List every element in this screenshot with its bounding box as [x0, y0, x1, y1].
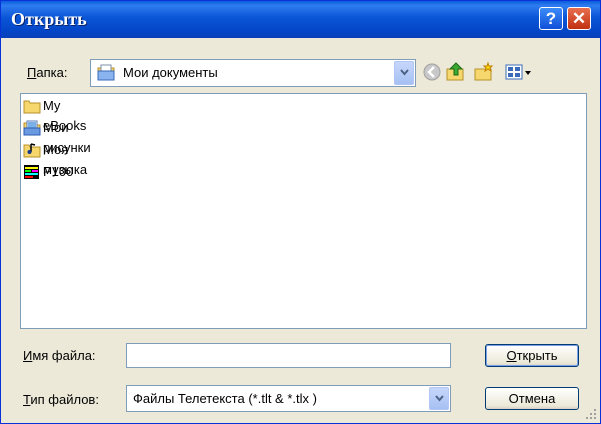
open-button[interactable]: Открыть	[485, 344, 579, 367]
cancel-button[interactable]: Отмена	[485, 387, 579, 410]
folder-dropdown-arrow[interactable]	[394, 61, 414, 85]
help-button[interactable]: ?	[539, 7, 563, 30]
open-file-dialog: Открыть ? ✕ Папка: Мои документы My eBoo…	[0, 0, 601, 424]
folder-label: Папка:	[27, 65, 68, 80]
back-arrow-icon[interactable]	[421, 61, 443, 83]
resize-grip-icon[interactable]	[585, 408, 597, 420]
up-folder-icon[interactable]	[445, 61, 467, 83]
title-bar[interactable]: Открыть ? ✕	[1, 1, 600, 38]
documents-folder-icon	[97, 64, 115, 85]
teletext-file-icon	[23, 164, 41, 186]
folder-dropdown[interactable]: Мои документы	[90, 59, 416, 87]
filename-input[interactable]	[126, 343, 451, 368]
close-button[interactable]: ✕	[567, 7, 591, 30]
filetype-dropdown-arrow[interactable]	[429, 387, 449, 410]
filename-label: Имя файла:	[23, 348, 96, 363]
folder-icon	[23, 98, 41, 120]
filetype-label: Тип файлов:	[23, 392, 99, 407]
pictures-folder-icon	[23, 120, 41, 142]
file-list[interactable]: My eBooks Мои рисунки Моя музыка P100	[20, 93, 587, 329]
view-menu-icon[interactable]	[503, 61, 535, 83]
new-folder-icon[interactable]	[473, 61, 495, 83]
filetype-dropdown[interactable]: Файлы Телетекста (*.tlt & *.tlx )	[126, 385, 451, 412]
current-folder: Мои документы	[123, 65, 218, 80]
music-folder-icon	[23, 142, 41, 164]
window-title: Открыть	[11, 9, 87, 29]
